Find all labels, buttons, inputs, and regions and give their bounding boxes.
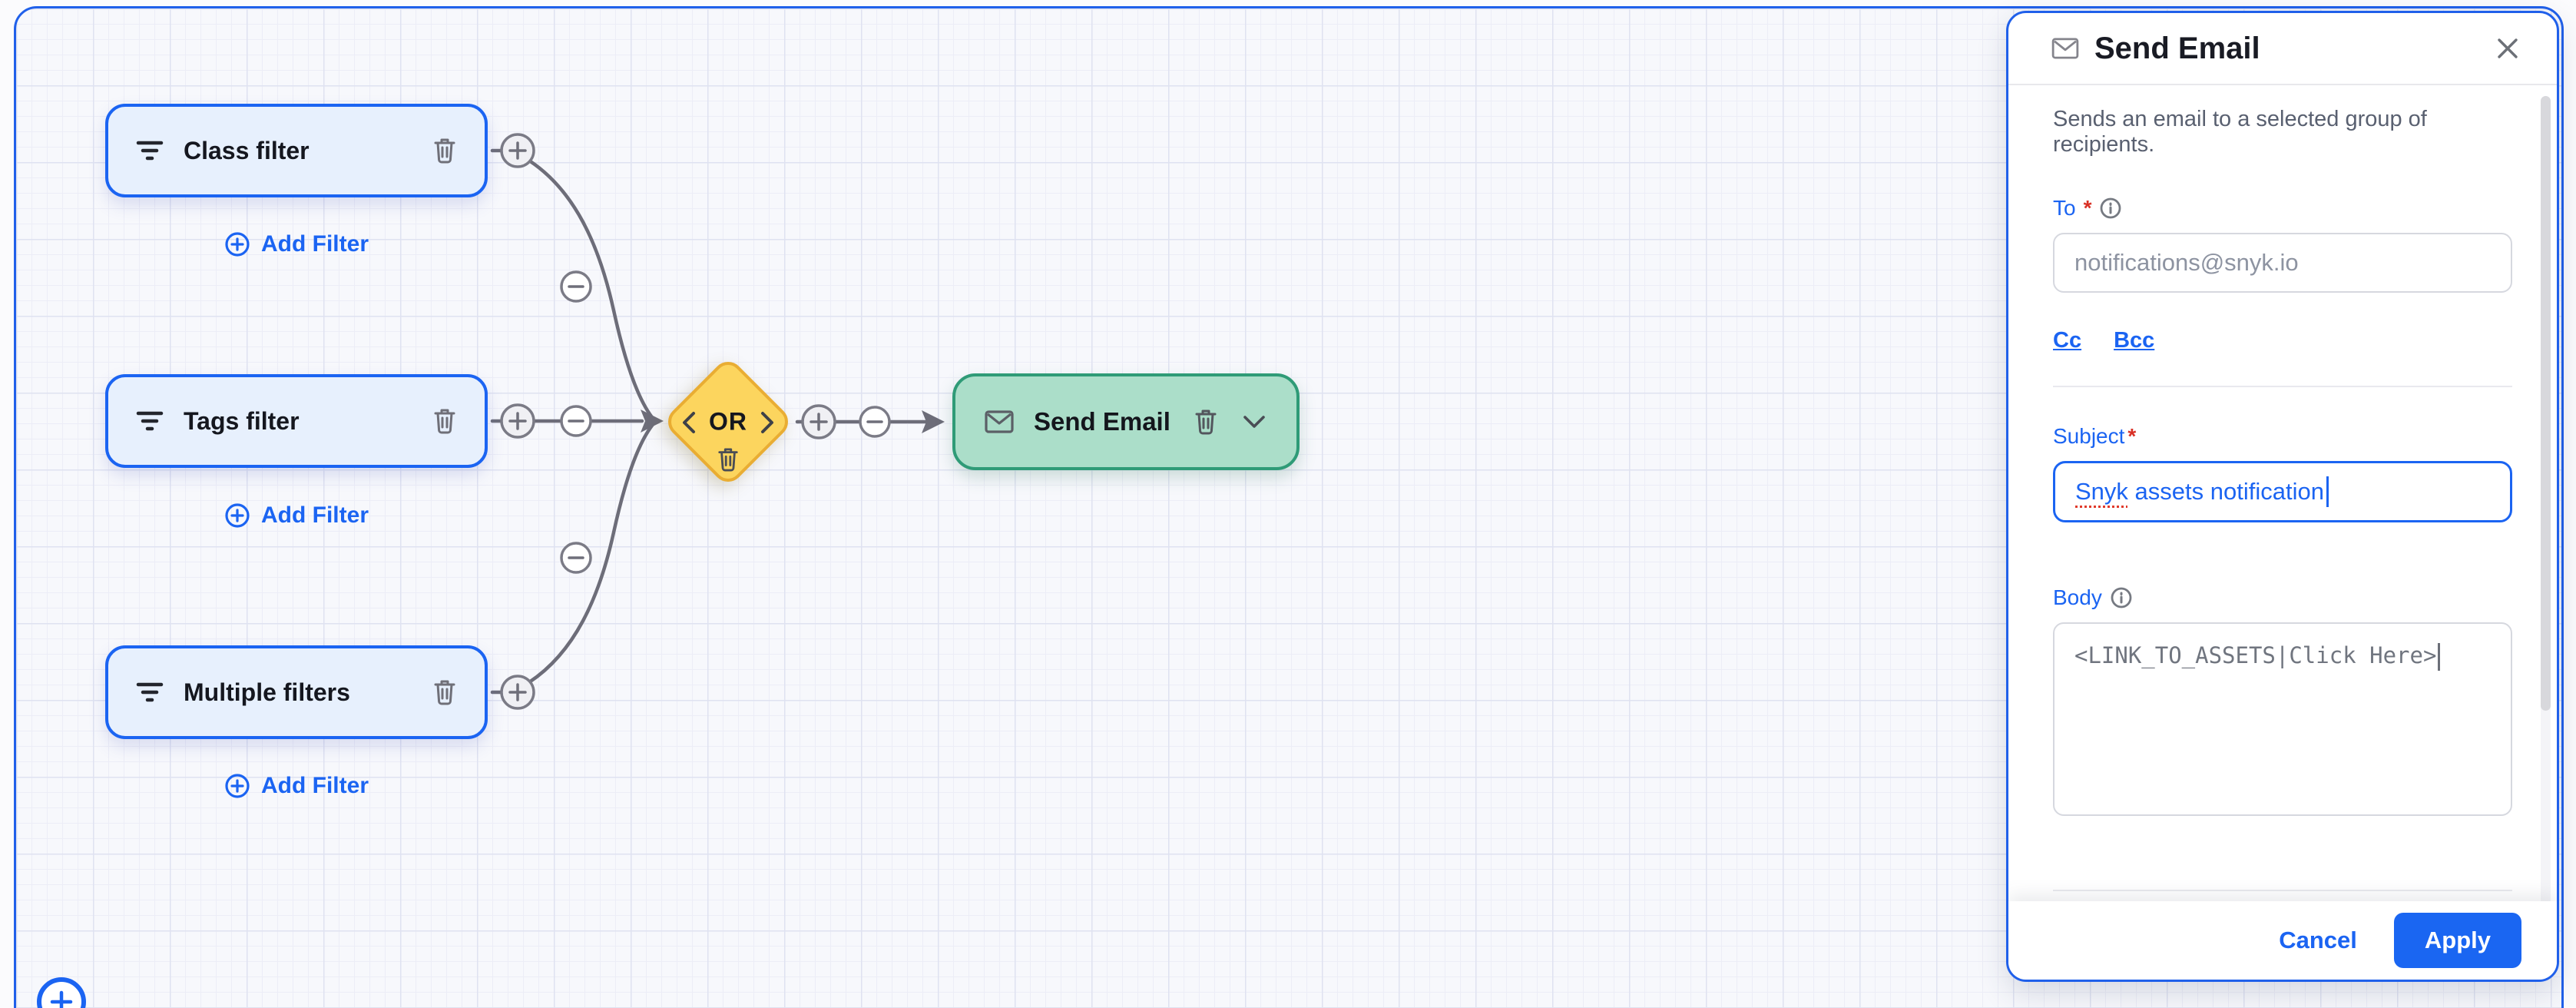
subject-label: Subject — [2053, 424, 2124, 449]
panel-header: Send Email — [2008, 13, 2557, 84]
chevron-right-icon[interactable] — [759, 410, 776, 436]
subject-field-label: Subject * — [2053, 424, 2512, 449]
circled-plus-icon — [224, 502, 250, 529]
panel-body: Sends an email to a selected group of re… — [2008, 85, 2557, 977]
subject-value: assets notification — [2128, 478, 2324, 506]
required-asterisk: * — [2127, 424, 2136, 449]
node-label: Class filter — [184, 137, 310, 165]
node-tags-filter[interactable]: Tags filter — [105, 374, 488, 468]
subject-input[interactable]: Snyk assets notification — [2053, 461, 2512, 522]
chevron-down-icon[interactable] — [1241, 413, 1267, 430]
circled-plus-icon — [224, 231, 250, 257]
scrollbar-thumb[interactable] — [2541, 96, 2551, 711]
add-filter-link[interactable]: Add Filter — [105, 227, 488, 261]
add-filter-link[interactable]: Add Filter — [105, 499, 488, 532]
node-label: Send Email — [1034, 407, 1170, 436]
text-cursor — [2326, 476, 2329, 507]
section-divider — [2053, 386, 2512, 387]
chevron-left-icon[interactable] — [680, 410, 697, 436]
required-asterisk: * — [2084, 196, 2092, 220]
envelope-icon — [985, 410, 1014, 433]
to-label: To — [2053, 196, 2076, 220]
info-icon[interactable] — [2099, 197, 2122, 220]
panel-description: Sends an email to a selected group of re… — [2053, 107, 2512, 158]
body-field-label: Body — [2053, 585, 2512, 610]
to-input[interactable] — [2053, 233, 2512, 293]
close-icon[interactable] — [2495, 36, 2520, 61]
text-cursor — [2438, 643, 2440, 671]
node-label: Tags filter — [184, 407, 300, 436]
cc-bcc-row: Cc Bcc — [2053, 328, 2512, 353]
node-multiple-filters[interactable]: Multiple filters — [105, 645, 488, 739]
to-field-label: To * — [2053, 196, 2512, 220]
operator-label: OR — [709, 408, 747, 436]
apply-button[interactable]: Apply — [2394, 913, 2521, 968]
node-label: Multiple filters — [184, 678, 350, 707]
add-filter-label: Add Filter — [261, 502, 369, 529]
send-email-config-panel: Send Email Sends an email to a selected … — [2006, 11, 2559, 982]
body-field: Body <LINK_TO_ASSETS|Click Here> — [2053, 585, 2512, 816]
body-value: <LINK_TO_ASSETS|Click Here> — [2074, 642, 2436, 668]
workflow-builder: Class filter Tags filter Multiple filter… — [0, 0, 2576, 1008]
filter-icon — [136, 410, 164, 433]
node-send-email[interactable]: Send Email — [952, 373, 1300, 470]
panel-footer: Cancel Apply — [2008, 901, 2557, 980]
trash-icon[interactable] — [1194, 408, 1218, 436]
trash-icon[interactable] — [432, 678, 457, 706]
info-icon[interactable] — [2110, 586, 2133, 609]
cc-link[interactable]: Cc — [2053, 328, 2081, 353]
plus-icon — [48, 989, 74, 1008]
filter-icon — [136, 139, 164, 162]
section-divider — [2053, 890, 2512, 891]
circled-plus-icon — [224, 773, 250, 799]
envelope-icon — [2051, 38, 2079, 59]
trash-icon[interactable] — [432, 137, 457, 164]
body-textarea[interactable]: <LINK_TO_ASSETS|Click Here> — [2053, 622, 2512, 816]
cancel-button[interactable]: Cancel — [2279, 927, 2357, 954]
node-class-filter[interactable]: Class filter — [105, 104, 488, 197]
filter-icon — [136, 681, 164, 704]
panel-title: Send Email — [2094, 32, 2260, 66]
subject-value-misspelled: Snyk — [2075, 478, 2128, 506]
trash-icon[interactable] — [717, 446, 740, 472]
add-filter-label: Add Filter — [261, 231, 369, 257]
panel-scrollbar — [2541, 96, 2551, 910]
subject-field: Subject * Snyk assets notification — [2053, 424, 2512, 522]
or-operator-content: OR — [662, 356, 794, 488]
trash-icon[interactable] — [432, 407, 457, 435]
body-label: Body — [2053, 585, 2102, 610]
add-filter-link[interactable]: Add Filter — [105, 769, 488, 803]
bcc-link[interactable]: Bcc — [2114, 328, 2154, 353]
add-filter-label: Add Filter — [261, 773, 369, 799]
